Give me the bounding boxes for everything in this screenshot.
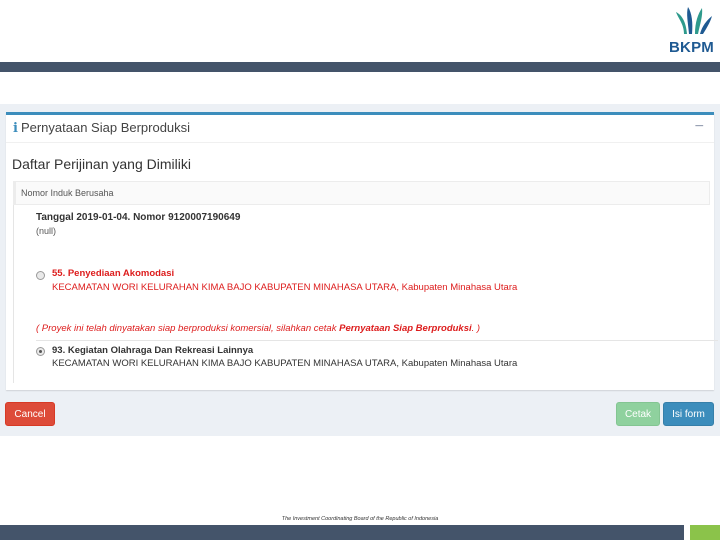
record-head: Tanggal 2019-01-04. Nomor 9120007190649 … [36, 212, 240, 236]
footer-text: The Investment Coordinating Board of the… [281, 516, 439, 522]
app-area: i Pernyataan Siap Berproduksi − Daftar Pe… [0, 104, 720, 436]
info-icon: i [13, 121, 18, 136]
notice-prefix: ( Proyek ini telah dinyatakan siap berpr… [36, 323, 340, 334]
bkpm-logo: BKPM [666, 6, 720, 56]
radio-item-55[interactable] [36, 271, 45, 280]
production-notice: ( Proyek ini telah dinyatakan siap berpr… [36, 323, 480, 334]
record-date: Tanggal 2019-01-04. Nomor 9120007190649 [36, 212, 241, 223]
panel-title-text: Pernyataan Siap Berproduksi [20, 120, 191, 135]
radio-item-93[interactable] [36, 347, 45, 356]
footer-accent [690, 525, 720, 540]
notice-bold: Pernyataan Siap Berproduksi [339, 323, 472, 334]
notice-suffix: . ) [471, 323, 481, 334]
print-button[interactable]: Cetak [616, 402, 660, 426]
item-name: 55. Penyediaan Akomodasi [52, 268, 175, 279]
nib-row: Nomor Induk Berusaha [13, 181, 710, 205]
header-bar [0, 62, 720, 72]
collapse-icon[interactable]: − [695, 118, 704, 136]
section-title: Daftar Perijinan yang Dimiliki [12, 156, 191, 172]
panel-header: i Pernyataan Siap Berproduksi − [6, 115, 714, 143]
footer-bar [0, 525, 684, 540]
divider [36, 340, 718, 341]
fill-form-button[interactable]: Isi form [663, 402, 714, 426]
item-address: KECAMATAN WORI KELURAHAN KIMA BAJO KABUP… [52, 282, 518, 293]
license-record: Tanggal 2019-01-04. Nomor 9120007190649 … [13, 205, 718, 383]
item-address: KECAMATAN WORI KELURAHAN KIMA BAJO KABUP… [52, 358, 518, 369]
record-null: (null) [36, 226, 57, 236]
nib-label: Nomor Induk Berusaha [21, 188, 114, 198]
panel-title: i Pernyataan Siap Berproduksi [13, 120, 190, 136]
cancel-button[interactable]: Cancel [5, 402, 55, 426]
statement-panel: i Pernyataan Siap Berproduksi − Daftar Pe… [6, 112, 718, 390]
brand-name: BKPM [669, 39, 714, 56]
item-name: 93. Kegiatan Olahraga Dan Rekreasi Lainn… [52, 345, 254, 356]
bkpm-leaf-logo-icon [676, 7, 712, 34]
